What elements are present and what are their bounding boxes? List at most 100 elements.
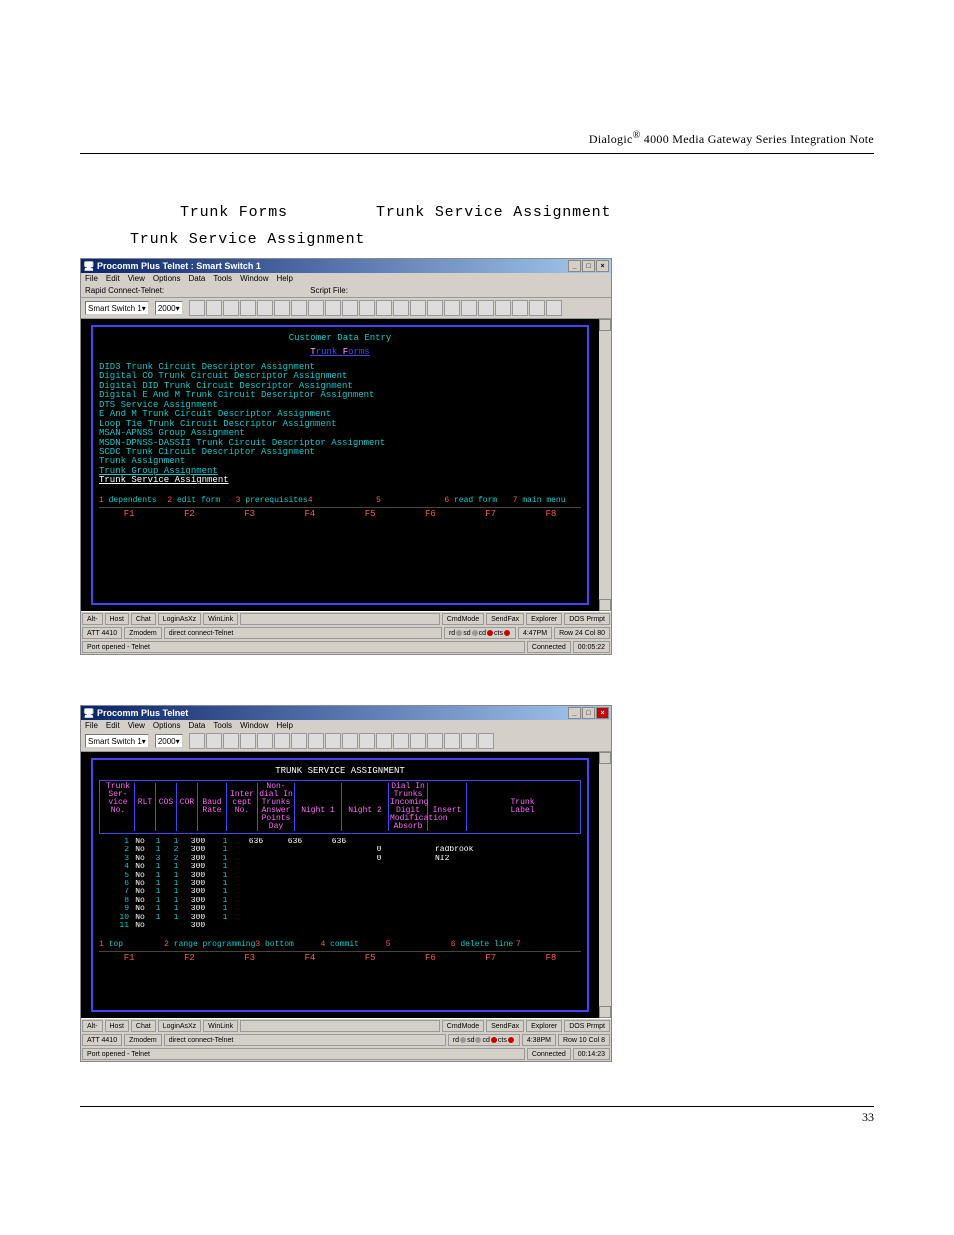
fkey-f6[interactable]: F6	[400, 507, 460, 519]
toolbar-icon[interactable]	[189, 733, 205, 749]
toolbar-icon[interactable]	[444, 733, 460, 749]
minimize-button[interactable]: _	[568, 260, 581, 272]
table-row[interactable]: 5No113001	[99, 872, 581, 880]
toolbar-icon[interactable]	[461, 300, 477, 316]
toolbar-icon[interactable]	[529, 300, 545, 316]
table-row[interactable]: 9No113001	[99, 905, 581, 913]
fkey-f4[interactable]: F4	[280, 951, 340, 963]
softkey-1[interactable]: 1 top	[99, 940, 164, 949]
softkey-4[interactable]: 4 commit	[321, 940, 386, 949]
table-row[interactable]: 1No113001636636636	[99, 838, 581, 846]
toolbar-icon[interactable]	[291, 300, 307, 316]
connection-combo[interactable]: Smart Switch 1 ▾	[85, 734, 149, 748]
toolbar-icon[interactable]	[257, 733, 273, 749]
toolbar-icon[interactable]	[325, 300, 341, 316]
toolbar-icon[interactable]	[223, 300, 239, 316]
toolbar-icon[interactable]	[376, 733, 392, 749]
status-button[interactable]: Chat	[131, 1020, 156, 1032]
table-row[interactable]: 11No300	[99, 922, 581, 930]
softkey-7[interactable]: 7	[516, 940, 581, 949]
status-button[interactable]: DOS Prmpt	[564, 613, 610, 625]
menu-view[interactable]: View	[128, 721, 145, 730]
fkey-f7[interactable]: F7	[461, 951, 521, 963]
menu-tools[interactable]: Tools	[213, 274, 232, 283]
softkey-2[interactable]: 2 range programming	[164, 940, 255, 949]
toolbar-icon[interactable]	[478, 300, 494, 316]
toolbar-icon[interactable]	[308, 733, 324, 749]
toolbar-icon[interactable]	[410, 300, 426, 316]
menu-options[interactable]: Options	[153, 721, 181, 730]
menu-window[interactable]: Window	[240, 721, 268, 730]
toolbar-icon[interactable]	[240, 733, 256, 749]
toolbar-icon[interactable]	[359, 733, 375, 749]
status-button[interactable]: Explorer	[526, 613, 562, 625]
scroll-up-button[interactable]	[599, 319, 611, 331]
menu-edit[interactable]: Edit	[106, 274, 120, 283]
toolbar-icon[interactable]	[546, 300, 562, 316]
toolbar-icon[interactable]	[478, 733, 494, 749]
menu-item[interactable]: Trunk Service Assignment	[99, 476, 581, 485]
menu-help[interactable]: Help	[277, 721, 293, 730]
softkey-3[interactable]: 3 bottom	[255, 940, 320, 949]
status-button[interactable]: CmdMode	[442, 1020, 484, 1032]
fkey-f1[interactable]: F1	[99, 507, 159, 519]
fkey-f2[interactable]: F2	[159, 951, 219, 963]
toolbar-icon[interactable]	[189, 300, 205, 316]
toolbar-icon[interactable]	[291, 733, 307, 749]
status-button[interactable]: SendFax	[486, 613, 524, 625]
toolbar-icon[interactable]	[342, 733, 358, 749]
status-button[interactable]: Alt-	[82, 1020, 103, 1032]
toolbar-icon[interactable]	[359, 300, 375, 316]
fkey-f8[interactable]: F8	[521, 507, 581, 519]
table-row[interactable]: 3No3230010NI2	[99, 855, 581, 863]
fkey-f3[interactable]: F3	[220, 507, 280, 519]
status-button[interactable]: LoginAsXz	[158, 613, 201, 625]
status-button[interactable]: Chat	[131, 613, 156, 625]
scroll-down-button[interactable]	[599, 1006, 611, 1018]
toolbar-icon[interactable]	[223, 733, 239, 749]
toolbar-icon[interactable]	[342, 300, 358, 316]
fkey-f8[interactable]: F8	[521, 951, 581, 963]
menu-help[interactable]: Help	[277, 274, 293, 283]
script-combo[interactable]: 2000 ▾	[155, 301, 183, 315]
softkey-6[interactable]: 6 read form	[444, 496, 512, 505]
toolbar-icon[interactable]	[325, 733, 341, 749]
status-button[interactable]: CmdMode	[442, 613, 484, 625]
menu-file[interactable]: File	[85, 721, 98, 730]
status-button[interactable]: Host	[105, 613, 129, 625]
toolbar-icon[interactable]	[274, 300, 290, 316]
status-button[interactable]: WinLink	[203, 613, 238, 625]
toolbar-icon[interactable]	[206, 733, 222, 749]
menu-tools[interactable]: Tools	[213, 721, 232, 730]
table-row[interactable]: 7No113001	[99, 888, 581, 896]
softkey-2[interactable]: 2 edit form	[167, 496, 235, 505]
menu-data[interactable]: Data	[188, 721, 205, 730]
maximize-button[interactable]: □	[582, 260, 595, 272]
toolbar-icon[interactable]	[257, 300, 273, 316]
toolbar-icon[interactable]	[393, 733, 409, 749]
toolbar-icon[interactable]	[308, 300, 324, 316]
maximize-button[interactable]: □	[582, 707, 595, 719]
close-button[interactable]: ×	[596, 707, 609, 719]
status-button[interactable]: SendFax	[486, 1020, 524, 1032]
menu-edit[interactable]: Edit	[106, 721, 120, 730]
softkey-3[interactable]: 3 prerequisites	[236, 496, 308, 505]
toolbar-icon[interactable]	[512, 300, 528, 316]
fkey-f5[interactable]: F5	[340, 951, 400, 963]
fkey-f7[interactable]: F7	[461, 507, 521, 519]
table-row[interactable]: 8No113001	[99, 897, 581, 905]
menu-view[interactable]: View	[128, 274, 145, 283]
softkey-7[interactable]: 7 main menu	[513, 496, 581, 505]
table-row[interactable]: 10No113001	[99, 914, 581, 922]
toolbar-icon[interactable]	[274, 733, 290, 749]
softkey-5[interactable]: 5	[386, 940, 451, 949]
connection-combo[interactable]: Smart Switch 1 ▾	[85, 301, 149, 315]
toolbar-icon[interactable]	[376, 300, 392, 316]
menu-data[interactable]: Data	[188, 274, 205, 283]
table-row[interactable]: 6No113001	[99, 880, 581, 888]
toolbar-icon[interactable]	[427, 300, 443, 316]
menu-file[interactable]: File	[85, 274, 98, 283]
minimize-button[interactable]: _	[568, 707, 581, 719]
status-button[interactable]: WinLink	[203, 1020, 238, 1032]
table-row[interactable]: 2No1230010radbrook	[99, 846, 581, 854]
